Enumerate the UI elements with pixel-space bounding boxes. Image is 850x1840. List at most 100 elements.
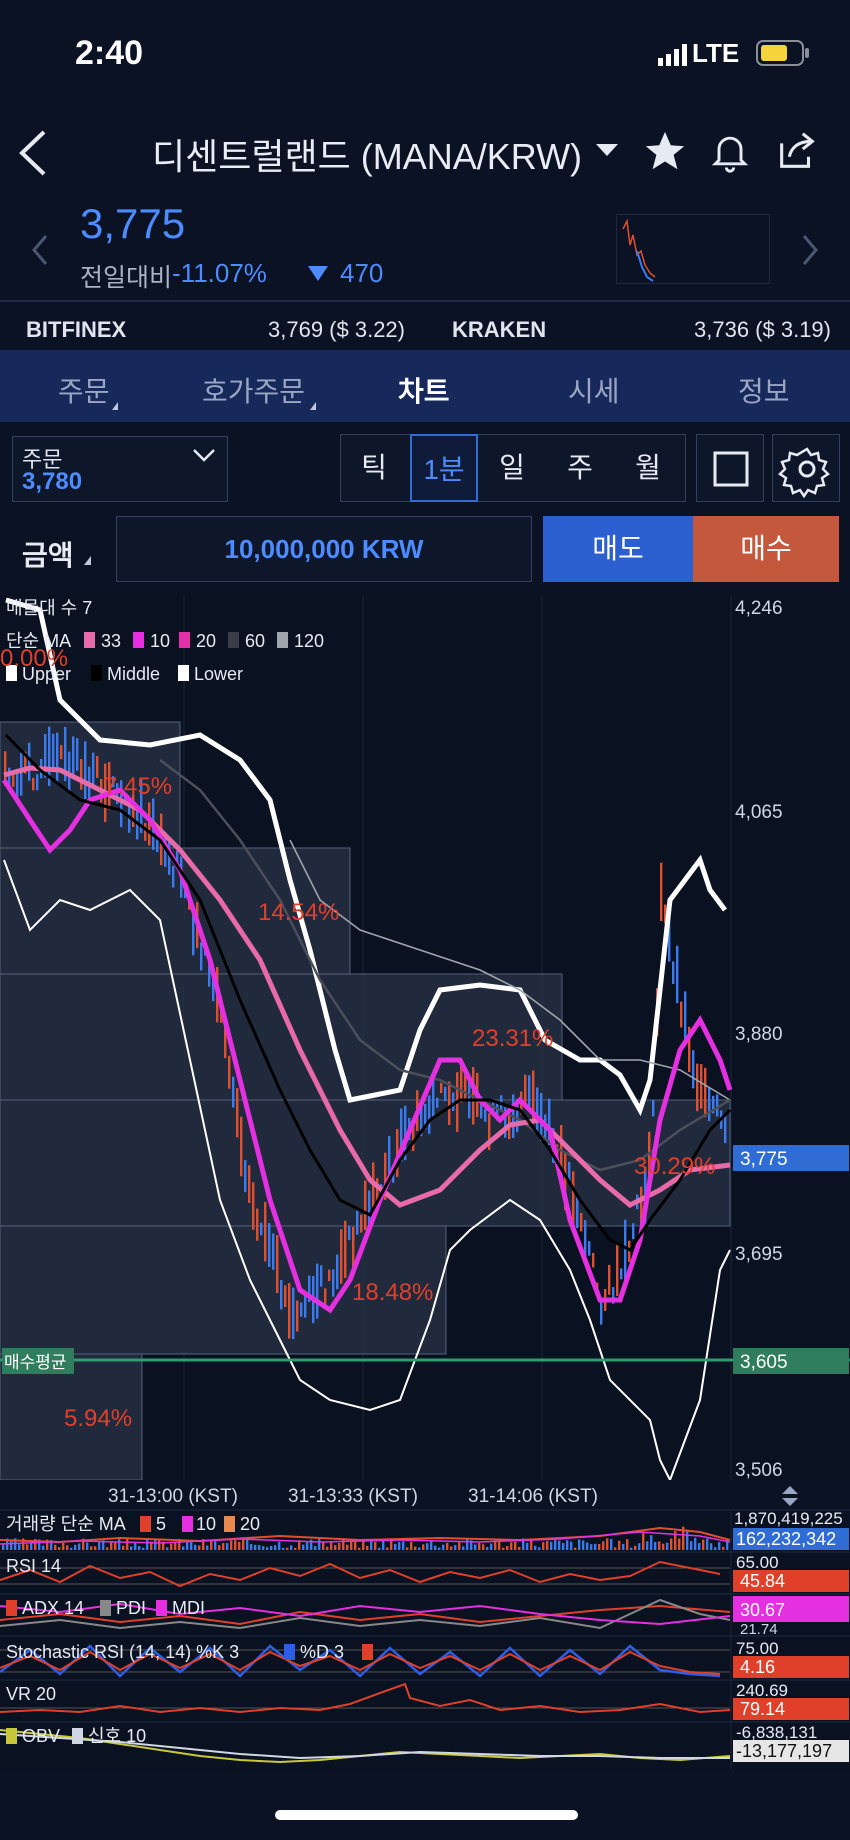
- home-indicator[interactable]: [275, 1810, 578, 1820]
- volume-bar: [566, 1540, 569, 1550]
- volume-bar: [398, 1541, 401, 1550]
- rsi-top: 65.00: [736, 1553, 779, 1572]
- prev-coin-button[interactable]: [30, 232, 50, 268]
- candle: [632, 1223, 635, 1240]
- volume-bar: [530, 1540, 533, 1550]
- candle: [444, 1086, 447, 1102]
- volume-bar: [90, 1546, 93, 1550]
- chevron-down-icon[interactable]: [596, 144, 618, 158]
- volume-bar: [206, 1545, 209, 1550]
- candle: [708, 1087, 711, 1122]
- star-icon[interactable]: [642, 128, 688, 174]
- candle: [304, 1295, 307, 1318]
- volume-bar: [98, 1542, 101, 1550]
- volume-bar: [134, 1542, 137, 1550]
- volume-bar: [694, 1537, 697, 1550]
- candle: [672, 961, 675, 984]
- volume-bar: [422, 1544, 425, 1550]
- volume-bar: [662, 1543, 665, 1550]
- tab-info[interactable]: 정보: [738, 370, 790, 410]
- obv-signal-label: 신호 10: [88, 1726, 146, 1746]
- candle: [660, 862, 663, 922]
- volume-bar: [258, 1545, 261, 1550]
- ma-60: 60: [245, 631, 265, 651]
- interval-tick[interactable]: 틱: [340, 434, 408, 502]
- volume-bar: [118, 1538, 121, 1550]
- candle: [300, 1302, 303, 1317]
- volume-bar: [142, 1547, 145, 1550]
- volume-bar: [502, 1547, 505, 1550]
- sell-button[interactable]: 매도: [543, 516, 693, 582]
- interval-day[interactable]: 일: [478, 434, 546, 502]
- mdi-label: MDI: [172, 1598, 205, 1618]
- buy-button[interactable]: 매수: [693, 516, 839, 582]
- tab-bar: 주문 호가주문 차트 시세 정보: [0, 350, 850, 422]
- candle: [348, 1225, 351, 1241]
- vr-value: 79.14: [740, 1699, 785, 1719]
- volume-bar: [690, 1541, 693, 1550]
- tab-chart[interactable]: 차트: [398, 370, 450, 410]
- volume-bar: [614, 1547, 617, 1550]
- tab-order[interactable]: 주문: [58, 370, 110, 410]
- bell-icon[interactable]: [708, 128, 752, 174]
- volume-bar: [58, 1546, 61, 1550]
- vr-top: 240.69: [736, 1681, 788, 1700]
- volume-bar: [166, 1547, 169, 1550]
- tab-orderbook[interactable]: 호가주문: [202, 370, 305, 410]
- interval-month[interactable]: 월: [614, 434, 682, 502]
- volume-bar: [322, 1542, 325, 1550]
- volume-bar: [594, 1543, 597, 1550]
- candle: [144, 823, 147, 841]
- menu-triangle-icon: [84, 556, 91, 565]
- volume-bar: [446, 1542, 449, 1550]
- x-tick: 31-14:06 (KST): [468, 1486, 598, 1507]
- volume-bar: [94, 1546, 97, 1550]
- next-coin-button[interactable]: [800, 232, 820, 268]
- volume-bar: [314, 1546, 317, 1550]
- volume-bar: [458, 1542, 461, 1550]
- exchange-name: KRAKEN: [452, 317, 547, 342]
- candle: [536, 1087, 539, 1134]
- settings-button[interactable]: [772, 434, 840, 502]
- volume-bar: [634, 1545, 637, 1550]
- volume-bar: [434, 1545, 437, 1550]
- volume-bar: [62, 1542, 65, 1550]
- volume-bar: [462, 1546, 465, 1550]
- volume-bar: [154, 1539, 157, 1550]
- back-button[interactable]: [14, 128, 54, 178]
- volume-bar: [534, 1545, 537, 1550]
- mini-chart[interactable]: [616, 214, 770, 284]
- volume-bar: [506, 1545, 509, 1550]
- candle: [336, 1254, 339, 1290]
- price-chart[interactable]: 매수평균 4,246 4,065 3,880 3,695 3,506 3,775…: [0, 594, 850, 1770]
- candle: [484, 1108, 487, 1122]
- status-time: 2:40: [75, 34, 144, 72]
- share-icon[interactable]: [774, 128, 820, 174]
- amount-label[interactable]: 금액: [22, 534, 74, 574]
- interval-1min[interactable]: 1분: [410, 434, 478, 502]
- amount-value: 10,000,000 KRW: [224, 534, 424, 564]
- volume-bar: [42, 1545, 45, 1550]
- candle: [268, 1223, 271, 1267]
- fullscreen-button[interactable]: [696, 434, 764, 502]
- volume-bar: [266, 1547, 269, 1550]
- rsi-label: RSI 14: [6, 1556, 61, 1576]
- change-amount: 470: [340, 258, 384, 288]
- volume-bar: [198, 1545, 201, 1550]
- volume-bar: [702, 1539, 705, 1550]
- interval-week[interactable]: 주: [546, 434, 614, 502]
- volume-ma-5: 5: [156, 1514, 166, 1534]
- volume-bar: [402, 1541, 405, 1550]
- page-title[interactable]: 디센트럴랜드 (MANA/KRW): [152, 128, 582, 180]
- tab-market[interactable]: 시세: [568, 370, 620, 410]
- volume-bar: [430, 1541, 433, 1550]
- candle: [232, 1076, 235, 1108]
- volume-ma-20: 20: [240, 1514, 260, 1534]
- volume-bar: [710, 1543, 713, 1550]
- volume-bar: [186, 1541, 189, 1550]
- volume-bar: [630, 1547, 633, 1550]
- volume-bar: [406, 1547, 409, 1550]
- candle: [240, 1116, 243, 1177]
- candle: [356, 1210, 359, 1235]
- volume-bar: [670, 1538, 673, 1550]
